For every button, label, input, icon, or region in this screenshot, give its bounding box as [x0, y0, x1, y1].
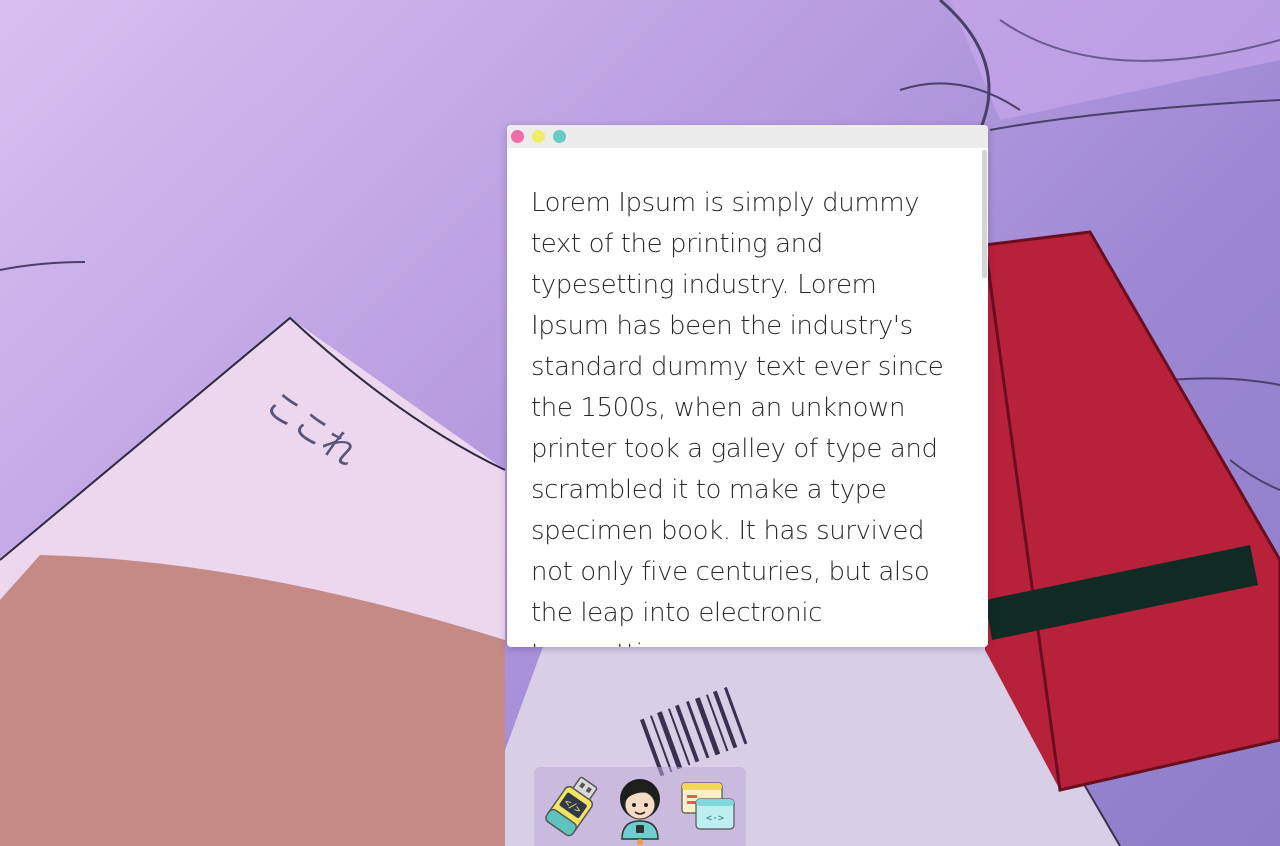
window-scrollbar[interactable]	[980, 148, 988, 647]
code-window-icon: <·>	[681, 781, 735, 830]
maximize-button[interactable]	[553, 130, 566, 143]
desktop: ここれ Lorem Ipsum is simply dummy text of …	[0, 0, 1280, 846]
active-indicator	[637, 838, 643, 845]
dock-item-code-window[interactable]: <·>	[676, 773, 740, 841]
close-button[interactable]	[511, 130, 524, 143]
window-body-text: Lorem Ipsum is simply dummy text of the …	[531, 188, 944, 647]
usb-drive-code-icon: </>	[545, 776, 598, 836]
window-titlebar[interactable]	[507, 125, 988, 148]
window-content[interactable]: Lorem Ipsum is simply dummy text of the …	[507, 148, 988, 647]
avatar-icon	[620, 778, 660, 840]
scrollbar-thumb[interactable]	[982, 150, 987, 278]
dock: </> <·>	[534, 767, 746, 846]
text-window: Lorem Ipsum is simply dummy text of the …	[507, 125, 988, 647]
svg-text:<·>: <·>	[706, 813, 724, 824]
dock-item-usb-drive[interactable]: </>	[540, 773, 604, 841]
dock-item-avatar[interactable]	[608, 773, 672, 845]
minimize-button[interactable]	[532, 130, 545, 143]
